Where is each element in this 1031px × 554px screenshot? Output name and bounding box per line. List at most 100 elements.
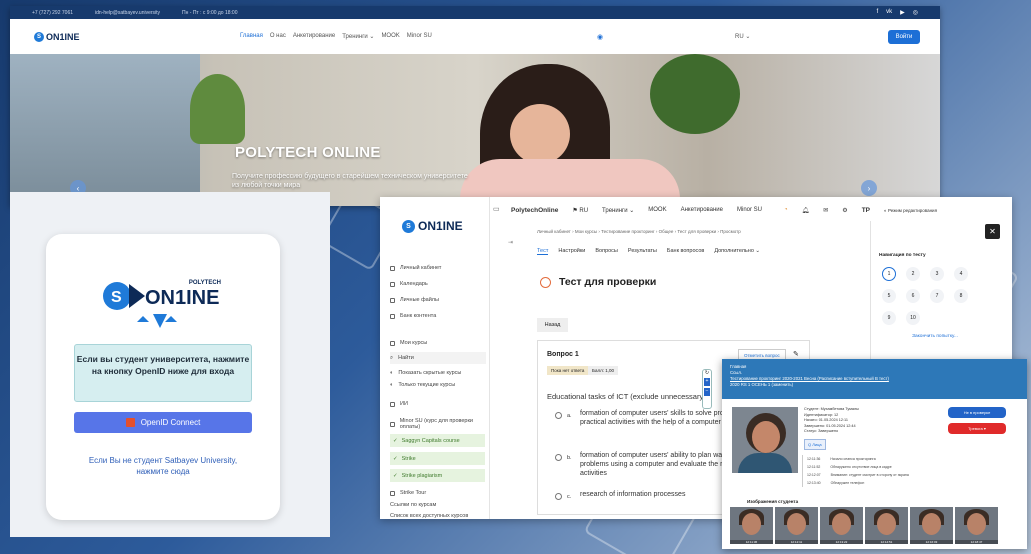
accessibility-icon[interactable]: ◉ — [597, 33, 603, 41]
navigation-title: Навигация по тесту — [879, 253, 926, 258]
nav-minor[interactable]: Minor SU — [407, 33, 432, 40]
back-button[interactable]: Назад — [537, 318, 568, 332]
question-nav-button[interactable]: 7 — [930, 289, 944, 303]
log-row: 12:11:36 Начало сеанса прокторинга — [807, 455, 952, 463]
course-item[interactable]: ✓ Strike plagiarism — [390, 469, 485, 482]
snapshot-thumbnail[interactable]: 12:18:47 — [955, 507, 998, 544]
language-select[interactable]: RU ⌄ — [735, 33, 750, 40]
nav-mook[interactable]: MOOK — [648, 207, 666, 213]
sidebar-item-content-bank[interactable]: Банк контента — [390, 310, 486, 322]
tab-more[interactable]: Дополнительно ⌄ — [714, 248, 760, 255]
settings-icon[interactable]: ⚙ — [842, 207, 847, 214]
question-nav-button[interactable]: 10 — [906, 311, 920, 325]
snapshot-thumbnail[interactable]: 12:13:22 — [820, 507, 863, 544]
sidebar-item-minor-su[interactable]: Minor SU (курс для проверки оплаты) — [390, 415, 486, 433]
tab-question-bank[interactable]: Банк вопросов — [667, 248, 704, 255]
info-line: Статус: Завершено — [804, 429, 839, 433]
review-status-button[interactable]: Не в проверке — [948, 407, 1006, 418]
snapshot-thumbnail[interactable]: 12:16:03 — [910, 507, 953, 544]
notifications-icon[interactable]: 🔔︎ — [802, 207, 810, 214]
sidebar-item-calendar[interactable]: Календарь — [390, 278, 486, 290]
sidebar-label: Банк контента — [400, 313, 437, 319]
question-nav-button[interactable]: 9 — [882, 311, 896, 325]
search-placeholder: Найти — [398, 355, 414, 361]
snapshot-time: 12:16:03 — [910, 540, 953, 544]
log-row: 12:12:07 Внимание: студент смотрит в стор… — [807, 471, 952, 479]
close-icon[interactable]: ✕ — [985, 224, 1000, 239]
course-search-input[interactable]: ⌕ Найти — [390, 352, 486, 364]
question-nav-button[interactable]: 1 — [882, 267, 896, 281]
lms-logo[interactable]: S ON1INE — [402, 219, 463, 233]
question-nav-button[interactable]: 4 — [954, 267, 968, 281]
course-item[interactable]: ✓ Strike — [390, 452, 485, 465]
question-nav-button[interactable]: 3 — [930, 267, 944, 281]
question-nav-button[interactable]: 5 — [882, 289, 896, 303]
zoom-out-icon[interactable]: − — [704, 388, 710, 396]
zoom-in-icon[interactable]: + — [704, 378, 710, 386]
messages-icon[interactable]: ✉ — [823, 207, 828, 214]
alert-dropdown-button[interactable]: Тревога ▾ — [948, 423, 1006, 434]
nav-about[interactable]: О нас — [270, 33, 286, 40]
course-link[interactable]: Тестирование прокторинг 2020-2021 Весна … — [730, 376, 889, 381]
nav-mook[interactable]: MOOK — [381, 33, 399, 40]
nav-minor[interactable]: Minor SU — [737, 207, 762, 213]
user-avatar[interactable]: TP — [862, 207, 870, 214]
tab-questions[interactable]: Вопросы — [595, 248, 618, 255]
nav-survey[interactable]: Анкетирование — [681, 207, 723, 213]
snapshot-face — [742, 513, 761, 535]
nav-survey[interactable]: Анкетирование — [293, 33, 335, 40]
youtube-icon[interactable]: ▶ — [900, 9, 905, 16]
tab-quiz[interactable]: Тест — [537, 248, 549, 255]
radio-button[interactable] — [555, 454, 562, 461]
snapshot-time: 12:18:47 — [955, 540, 998, 544]
check-icon: ✓ — [393, 437, 398, 444]
theme-icon[interactable]: ◔ — [784, 207, 788, 213]
language-select[interactable]: ⚑ RU — [572, 207, 588, 214]
openid-connect-button[interactable]: OpenID Connect — [74, 412, 252, 433]
non-student-link[interactable]: Если Вы не студент Satbayev University, … — [74, 455, 252, 477]
search-icon: ⌕ — [390, 354, 394, 361]
expand-drawer-icon[interactable]: ⇥ — [508, 239, 513, 246]
course-item[interactable]: ✓ Saggyn Capitals course — [390, 434, 485, 447]
nav-trainings[interactable]: Тренинги ⌄ — [342, 33, 374, 40]
log-row: 12:13:40 Обнаружен телефон — [807, 479, 952, 487]
tab-results[interactable]: Результаты — [628, 248, 657, 255]
lms-brand[interactable]: PolytechOnline — [511, 207, 558, 214]
carousel-next-icon[interactable]: › — [861, 180, 877, 196]
snapshot-thumbnail[interactable]: 12:11:36 — [730, 507, 773, 544]
snapshot-thumbnail[interactable]: 12:12:11 — [775, 507, 818, 544]
vk-icon[interactable]: vk — [886, 9, 892, 16]
login-button[interactable]: Войти — [888, 30, 920, 44]
edit-question-icon[interactable]: ✎ — [793, 350, 799, 358]
radio-button[interactable] — [555, 493, 562, 500]
main-navbar: S ON1INE Главная О нас Анкетирование Тре… — [10, 19, 940, 54]
student-notice: Если вы студент университета, нажмите на… — [74, 344, 252, 402]
question-nav-button[interactable]: 2 — [906, 267, 920, 281]
nav-trainings[interactable]: Тренинги ⌄ — [602, 207, 634, 214]
session-info: Студент: Мухамбетова Тумалы Идентификато… — [804, 407, 924, 435]
toggle-current-courses[interactable]: ◐ Только текущие курсы — [390, 379, 486, 391]
collapse-sidebar-icon[interactable]: ▭ — [493, 205, 500, 213]
snapshot-thumbnail[interactable]: 12:14:51 — [865, 507, 908, 544]
sidebar-item-ai[interactable]: ИИ — [390, 398, 486, 410]
finish-attempt-link[interactable]: Закончить попытку... — [879, 334, 991, 339]
tab-settings[interactable]: Настройки — [558, 248, 585, 255]
sidebar-item-my-courses[interactable]: Мои курсы — [390, 337, 486, 349]
question-nav-button[interactable]: 6 — [906, 289, 920, 303]
sidebar-item-files[interactable]: Личные файлы — [390, 294, 486, 306]
breadcrumb[interactable]: Личный кабинет › Мои курсы › Тестировани… — [537, 229, 741, 234]
edit-mode-toggle[interactable]: ◐ Режим редактирования — [884, 208, 937, 213]
site-logo[interactable]: S ON1INE — [34, 31, 80, 42]
instagram-icon[interactable]: ◎ — [913, 9, 918, 16]
language-label: RU — [579, 207, 589, 214]
radio-button[interactable] — [555, 412, 562, 419]
nav-home[interactable]: Главная — [240, 33, 263, 40]
refresh-icon[interactable]: ↻ — [703, 370, 711, 376]
course-item[interactable]: Strike Tour — [390, 487, 486, 499]
facebook-icon[interactable]: f — [876, 9, 878, 16]
faces-filter-tag[interactable]: Q Лица — [804, 439, 826, 450]
question-nav-button[interactable]: 8 — [954, 289, 968, 303]
toggle-hidden-courses[interactable]: ◐ Показать скрытые курсы — [390, 367, 486, 379]
sidebar-footer-links[interactable]: Список всех доступных курсов — [390, 510, 486, 519]
sidebar-item-dashboard[interactable]: Личный кабинет — [390, 262, 486, 274]
